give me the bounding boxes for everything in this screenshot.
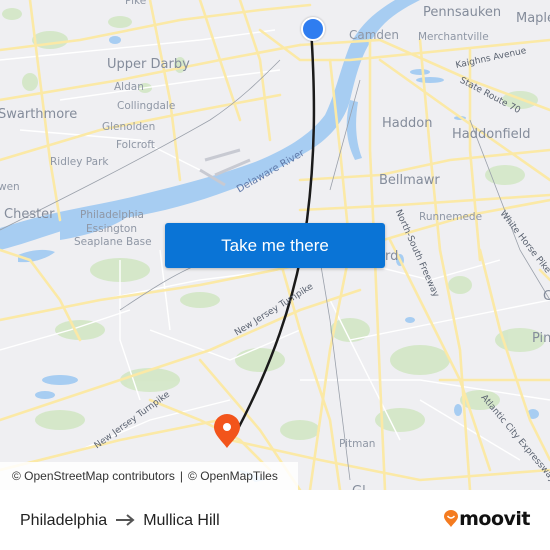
- osm-attribution-link[interactable]: © OpenStreetMap contributors: [12, 469, 175, 483]
- map-label-c-partial: C: [543, 289, 550, 304]
- origin-dot-icon[interactable]: [301, 17, 325, 41]
- map-label-glenolden: Glenolden: [102, 121, 156, 133]
- route-summary: Philadelphia Mullica Hill: [20, 510, 220, 531]
- attribution-separator: |: [179, 469, 184, 483]
- map-label-wen: wen: [0, 181, 20, 193]
- openmaptiles-attribution-link[interactable]: © OpenMapTiles: [188, 469, 278, 483]
- map-label-camden: Camden: [349, 28, 400, 42]
- moovit-wordmark: moovit: [459, 508, 530, 530]
- map-label-ridley-park: Ridley Park: [50, 156, 109, 168]
- map-label-chester: Chester: [4, 207, 55, 222]
- map-label-folcroft: Folcroft: [116, 139, 155, 151]
- destination-name: Mullica Hill: [143, 511, 220, 529]
- map-label-maple: Maple: [516, 11, 550, 26]
- map-label-haddonfield: Haddonfield: [452, 127, 531, 142]
- map-label-essington-3: Seaplane Base: [74, 236, 152, 248]
- moovit-pin-icon: [444, 510, 459, 527]
- map-label-essington-1: Philadelphia: [80, 209, 144, 221]
- destination-pin-icon[interactable]: [214, 414, 240, 448]
- map-label-bellmawr: Bellmawr: [379, 173, 440, 188]
- footer: Philadelphia Mullica Hill moovit: [0, 490, 550, 550]
- map-label-collingdale: Collingdale: [117, 100, 176, 112]
- map-attribution: © OpenStreetMap contributors | © OpenMap…: [0, 462, 298, 490]
- map-label-aldan: Aldan: [114, 81, 144, 93]
- map-label-essington-2: Essington: [86, 223, 138, 235]
- map-label-merchantville: Merchantville: [418, 31, 489, 43]
- map-label-swarthmore: Swarthmore: [0, 107, 78, 122]
- map-label-rd-partial: rd: [385, 249, 399, 264]
- map-label-pitman: Pitman: [339, 438, 376, 450]
- map-label-pike: Pike: [125, 0, 147, 7]
- map-label-runnemede: Runnemede: [419, 211, 483, 223]
- moovit-logo[interactable]: moovit: [443, 508, 530, 530]
- map-label-pennsauken: Pennsauken: [423, 5, 502, 20]
- arrow-right-icon: [115, 510, 135, 531]
- map-label-haddon: Haddon: [382, 116, 433, 131]
- take-me-there-button[interactable]: Take me there: [165, 223, 385, 268]
- map-view[interactable]: Pike Upper Darby Aldan Collingdale Swart…: [0, 0, 550, 490]
- map-label-pin-partial: Pin: [532, 331, 550, 346]
- origin-name: Philadelphia: [20, 511, 108, 529]
- map-label-upper-darby: Upper Darby: [107, 57, 190, 72]
